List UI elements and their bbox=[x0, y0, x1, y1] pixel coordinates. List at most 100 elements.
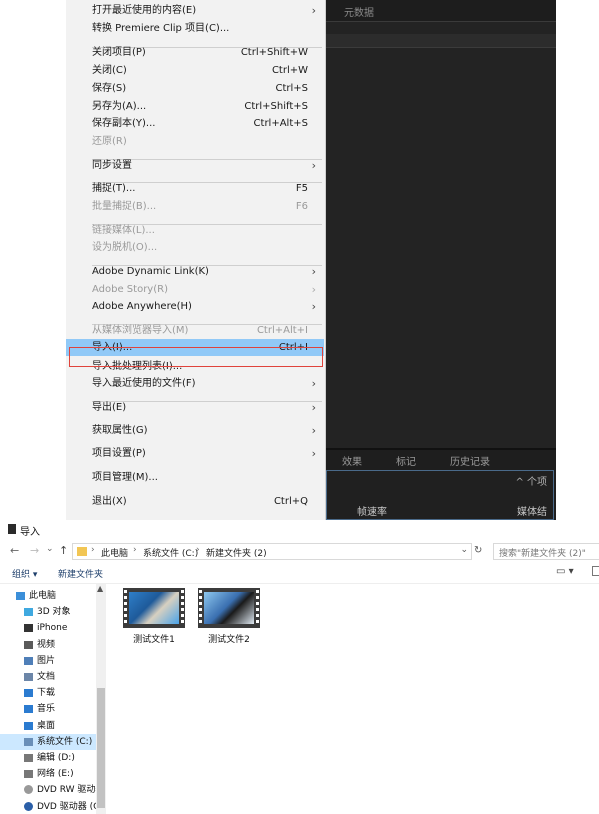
menu-item[interactable]: 同步设置 › bbox=[66, 157, 324, 174]
menu-item[interactable]: 导入最近使用的文件(F) › bbox=[66, 375, 324, 392]
menu-item-shortcut: F6 bbox=[295, 201, 308, 212]
sidebar-item[interactable]: 3D 对象 bbox=[0, 604, 96, 620]
menu-item[interactable]: 项目管理(M)... bbox=[66, 469, 324, 486]
premiere-project-panel: 效果 标记 历史记录 ^ 个项 帧速率 媒体结 bbox=[326, 448, 556, 520]
menu-item-shortcut: Ctrl+Alt+S bbox=[253, 118, 308, 129]
film-holes bbox=[199, 590, 202, 626]
column-media[interactable]: 媒体结 bbox=[517, 503, 547, 518]
sidebar-item-label: 3D 对象 bbox=[37, 607, 71, 618]
title-bar: 导入 bbox=[0, 520, 599, 540]
documents-icon bbox=[24, 673, 33, 681]
sidebar-item-label: 网络 (E:) bbox=[37, 769, 74, 780]
sidebar-item[interactable]: 桌面 bbox=[0, 718, 96, 734]
sidebar-item[interactable]: 编辑 (D:) bbox=[0, 750, 96, 766]
menu-item-shortcut: Ctrl+Shift+W bbox=[240, 47, 308, 58]
up-icon[interactable]: ↑ bbox=[59, 544, 68, 557]
menu-item-label: 保存副本(Y)... bbox=[92, 118, 156, 129]
submenu-arrow-icon: › bbox=[311, 300, 316, 313]
menu-item-shortcut: Ctrl+Q bbox=[273, 496, 308, 507]
menu-item[interactable]: 关闭项目(P) Ctrl+Shift+W bbox=[66, 44, 324, 61]
nav-scrollbar[interactable]: ▲ bbox=[96, 584, 106, 814]
drive-icon bbox=[24, 770, 33, 779]
preview-pane-icon[interactable] bbox=[592, 566, 599, 576]
sidebar-item[interactable]: 系统文件 (C:) bbox=[0, 733, 96, 750]
menu-item[interactable]: 项目设置(P) › bbox=[66, 445, 324, 462]
sidebar-item[interactable]: DVD 驱动器 (G: bbox=[0, 799, 96, 814]
file-menu: 打开项目(O)... Ctrl+O 打开最近使用的内容(E) › 转换 Premiere… bbox=[66, 0, 326, 520]
organize-button[interactable]: 组织 ▾ bbox=[12, 567, 37, 580]
3d-objects-icon bbox=[24, 608, 33, 617]
new-folder-button[interactable]: 新建文件夹 bbox=[58, 567, 103, 580]
menu-item-label: 另存为(A)... bbox=[92, 101, 147, 112]
video-frame bbox=[129, 592, 179, 624]
menu-item[interactable]: 转换 Premiere Clip 项目(C)... bbox=[66, 20, 324, 37]
submenu-arrow-icon: › bbox=[311, 424, 316, 437]
sidebar-item[interactable]: 下载 bbox=[0, 685, 96, 701]
metadata-tab[interactable]: 元数据 bbox=[344, 4, 374, 19]
menu-item-label: 关闭(C) bbox=[92, 65, 127, 76]
menu-item[interactable]: 关闭(C) Ctrl+W bbox=[66, 62, 324, 79]
search-input[interactable]: 搜索"新建文件夹 (2)" bbox=[493, 543, 599, 560]
tab-effects[interactable]: 效果 bbox=[342, 450, 362, 471]
menu-item[interactable]: 捕捉(T)... F5 bbox=[66, 180, 324, 197]
menu-item[interactable]: 打开项目(O)... Ctrl+O bbox=[66, 0, 324, 1]
forward-icon[interactable]: → bbox=[30, 544, 39, 557]
sidebar-item[interactable]: 文档 bbox=[0, 669, 96, 685]
desktop-icon bbox=[24, 721, 33, 730]
menu-item[interactable]: Adobe Anywhere(H) › bbox=[66, 298, 324, 315]
menu-item[interactable]: 保存(S) Ctrl+S bbox=[66, 80, 324, 97]
tab-history[interactable]: 历史记录 bbox=[450, 450, 490, 471]
menu-item-shortcut: Ctrl+Alt+I bbox=[256, 325, 308, 336]
submenu-arrow-icon: › bbox=[311, 447, 316, 460]
back-icon[interactable]: ← bbox=[10, 544, 19, 557]
sidebar-item-label: DVD 驱动器 (G: bbox=[37, 801, 96, 812]
menu-item-label: 还原(R) bbox=[92, 136, 127, 147]
sidebar-item[interactable]: 图片 bbox=[0, 653, 96, 669]
breadcrumb-folder[interactable]: 新建文件夹 (2) bbox=[206, 546, 267, 559]
file-item[interactable]: 测试文件1 bbox=[118, 588, 188, 648]
menu-item-label: 导出(E) bbox=[92, 402, 127, 413]
breadcrumb-drive-c[interactable]: 系统文件 (C:) bbox=[143, 546, 198, 559]
menu-item[interactable]: Adobe Dynamic Link(K) › bbox=[66, 263, 324, 280]
file-name: 测试文件1 bbox=[133, 635, 175, 645]
menu-item-shortcut: Ctrl+O bbox=[274, 0, 308, 1]
menu-item[interactable]: 另存为(A)... Ctrl+Shift+S bbox=[66, 98, 324, 115]
scroll-thumb[interactable] bbox=[97, 688, 105, 808]
menu-item[interactable]: 打开最近使用的内容(E) › bbox=[66, 2, 324, 19]
menu-item-label: 打开项目(O)... bbox=[92, 0, 157, 1]
sidebar-item-label: 系统文件 (C:) bbox=[37, 736, 93, 747]
menu-item-label: 转换 Premiere Clip 项目(C)... bbox=[92, 23, 230, 34]
sidebar-item[interactable]: 此电脑 bbox=[0, 588, 96, 604]
menu-item-label: Adobe Story(R) bbox=[92, 284, 168, 295]
address-bar[interactable]: › 此电脑 › 系统文件 (C:) › 新建文件夹 (2) ⌄ bbox=[72, 543, 472, 560]
sidebar-item[interactable]: 网络 (E:) bbox=[0, 766, 96, 782]
menu-item-label: 保存(S) bbox=[92, 83, 127, 94]
file-item[interactable]: 测试文件2 bbox=[193, 588, 263, 648]
menu-item-label: 关闭项目(P) bbox=[92, 47, 146, 58]
premiere-panel-tabs: 效果 标记 历史记录 bbox=[326, 450, 556, 468]
menu-item-label: 设为脱机(O)... bbox=[92, 242, 158, 253]
sidebar-item-label: 视频 bbox=[37, 639, 56, 650]
sidebar-item[interactable]: DVD RW 驱动器 bbox=[0, 782, 96, 798]
scroll-up-icon[interactable]: ▲ bbox=[97, 584, 103, 593]
view-options-icon[interactable]: ▭ ▾ bbox=[556, 566, 574, 577]
video-frame bbox=[204, 592, 254, 624]
sidebar-item[interactable]: 音乐 bbox=[0, 701, 96, 717]
sidebar-item[interactable]: 视频 bbox=[0, 637, 96, 653]
column-frame-rate[interactable]: 帧速率 bbox=[357, 503, 387, 518]
menu-item[interactable]: 保存副本(Y)... Ctrl+Alt+S bbox=[66, 115, 324, 132]
recent-locations-icon[interactable]: ⌄ bbox=[46, 544, 54, 554]
tab-markers[interactable]: 标记 bbox=[396, 450, 416, 471]
breadcrumb-this-pc[interactable]: 此电脑 bbox=[101, 546, 128, 559]
submenu-arrow-icon: › bbox=[311, 401, 316, 414]
sidebar-item[interactable]: iPhone bbox=[0, 620, 96, 636]
film-holes bbox=[124, 590, 127, 626]
window-title: 导入 bbox=[20, 527, 40, 538]
chevron-down-icon[interactable]: ⌄ bbox=[460, 545, 468, 555]
sidebar-item-label: 此电脑 bbox=[29, 591, 57, 601]
menu-item[interactable]: 退出(X) Ctrl+Q bbox=[66, 493, 324, 510]
menu-item: 还原(R) bbox=[66, 133, 324, 150]
refresh-icon[interactable]: ↻ bbox=[474, 545, 482, 556]
menu-item[interactable]: 获取属性(G) › bbox=[66, 422, 324, 439]
menu-item[interactable]: 导出(E) › bbox=[66, 399, 324, 416]
